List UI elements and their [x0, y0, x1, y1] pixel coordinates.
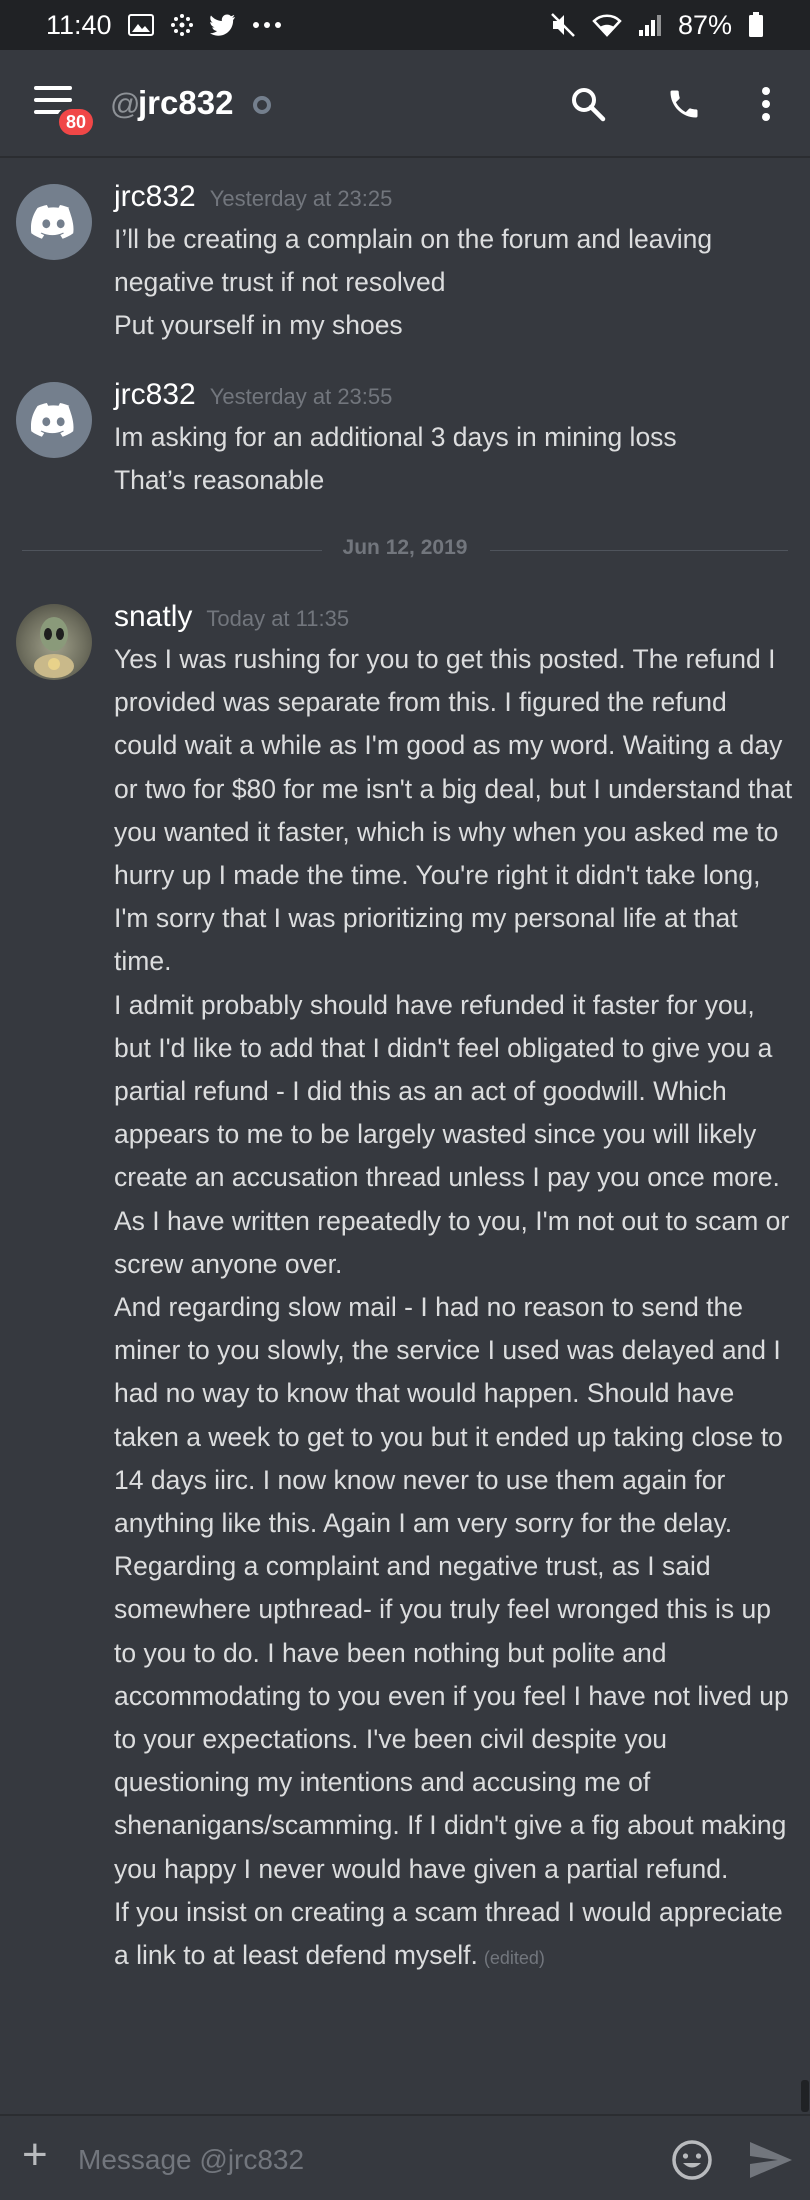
- message-paragraph: If you insist on creating a scam thread …: [114, 1891, 794, 1980]
- message-paragraph: I admit probably should have refunded it…: [114, 989, 790, 1279]
- message-line: That’s reasonable: [114, 465, 325, 496]
- unread-badge: 80: [56, 106, 96, 138]
- avatar[interactable]: [16, 382, 92, 458]
- message-author[interactable]: snatly: [114, 600, 192, 634]
- date-divider: Jun 12, 2019: [0, 530, 810, 570]
- status-bar: 11:40 87%: [0, 0, 810, 50]
- message-author[interactable]: jrc832: [114, 180, 196, 214]
- message-paragraph: Yes I was rushing for you to get this po…: [114, 644, 793, 977]
- signal-icon: [638, 13, 662, 37]
- message-composer: +: [0, 2114, 810, 2200]
- edited-label: (edited): [483, 1948, 545, 1969]
- kebab-icon[interactable]: [744, 82, 788, 126]
- message-body: I’ll be creating a complain on the forum…: [114, 218, 794, 348]
- message-line: Put yourself in my shoes: [114, 310, 403, 341]
- message-paragraph: And regarding slow mail - I had no reaso…: [114, 1292, 783, 1539]
- message-timestamp: Today at 11:35: [206, 606, 350, 631]
- avatar[interactable]: [16, 604, 92, 680]
- more-icon: [252, 21, 282, 29]
- status-time: 11:40: [46, 9, 112, 40]
- alien-avatar-icon: [34, 617, 74, 678]
- battery-icon: [748, 12, 764, 38]
- channel-header: 80 @ jrc832: [0, 50, 810, 158]
- message-paragraph: Regarding a complaint and negative trust…: [114, 1551, 789, 1884]
- message-line: Im asking for an additional 3 days in mi…: [114, 422, 677, 452]
- plus-icon[interactable]: +: [22, 2130, 48, 2180]
- avatar[interactable]: [16, 184, 92, 260]
- discord-logo-icon: [31, 403, 74, 437]
- message-list[interactable]: jrc832 Yesterday at 23:25 I’ll be creati…: [0, 160, 810, 2110]
- message-line: I’ll be creating a complain on the forum…: [114, 224, 713, 298]
- at-symbol: @: [110, 88, 141, 121]
- scrollbar-thumb[interactable]: [801, 2080, 809, 2112]
- battery-percent: 87%: [677, 9, 732, 40]
- status-offline-icon: [253, 96, 271, 114]
- message-body: Im asking for an additional 3 days in mi…: [114, 416, 794, 502]
- grid-icon: [170, 13, 194, 37]
- message-last-line: If you insist on creating a scam thread …: [114, 1896, 783, 1971]
- picture-icon: [127, 14, 154, 36]
- mute-icon: [550, 12, 576, 38]
- phone-icon[interactable]: [662, 82, 706, 126]
- message-input[interactable]: [78, 2140, 638, 2180]
- message-timestamp: Yesterday at 23:55: [209, 384, 393, 409]
- message-timestamp: Yesterday at 23:25: [209, 186, 393, 211]
- emoji-icon[interactable]: [670, 2138, 714, 2182]
- dm-username: jrc832: [138, 84, 234, 121]
- twitter-icon: [209, 14, 236, 36]
- discord-logo-icon: [31, 205, 74, 239]
- message-body: Yes I was rushing for you to get this po…: [114, 638, 794, 1980]
- send-icon[interactable]: [748, 2140, 794, 2180]
- message-author[interactable]: jrc832: [114, 378, 196, 412]
- date-divider-label: Jun 12, 2019: [326, 536, 484, 559]
- wifi-icon: [592, 13, 622, 37]
- search-icon[interactable]: [566, 82, 610, 126]
